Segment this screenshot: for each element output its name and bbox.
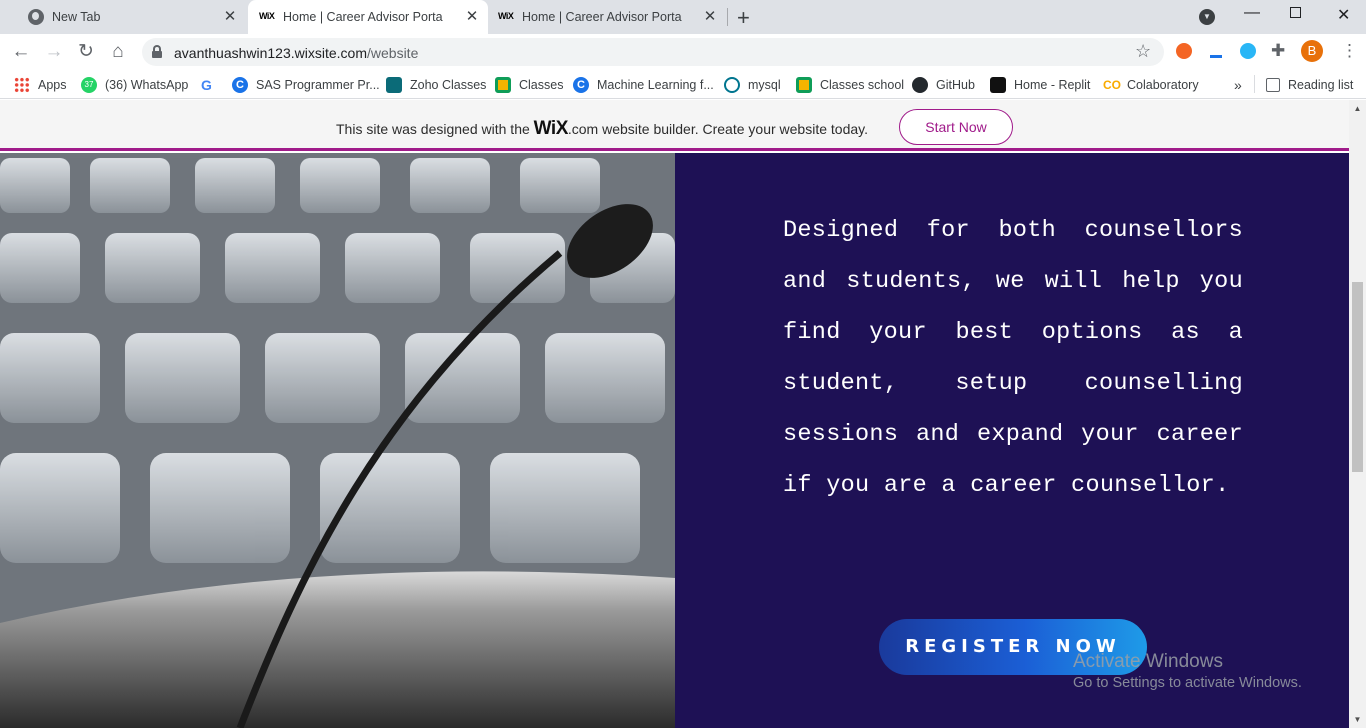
mysql-icon bbox=[724, 77, 740, 93]
bookmark-label: GitHub bbox=[936, 78, 975, 92]
bookmark-mysql[interactable]: mysql bbox=[724, 76, 781, 94]
bookmark-label: Zoho Classes bbox=[410, 78, 487, 92]
bookmark-sas-programmer[interactable]: C SAS Programmer Pr... bbox=[232, 76, 380, 94]
extension-icon[interactable] bbox=[1176, 43, 1192, 59]
reload-icon[interactable]: ↻ bbox=[74, 40, 98, 64]
replit-icon bbox=[990, 77, 1006, 93]
watermark-subtitle: Go to Settings to activate Windows. bbox=[1073, 675, 1302, 691]
url-text[interactable]: avanthuashwin123.wixsite.com/website bbox=[174, 45, 418, 61]
forward-arrow-icon[interactable]: → bbox=[42, 40, 66, 64]
wix-logo: WiX bbox=[533, 118, 569, 139]
tab-search-icon[interactable]: ▼ bbox=[1199, 9, 1215, 25]
apps-grid-icon bbox=[14, 77, 30, 93]
c-icon: C bbox=[573, 77, 589, 93]
wix-favicon-icon: WiX bbox=[259, 11, 275, 21]
bookmark-machine-learning[interactable]: C Machine Learning f... bbox=[573, 76, 714, 94]
microphone-auditorium-photo bbox=[0, 153, 675, 728]
close-tab-icon[interactable]: ✕ bbox=[464, 9, 480, 25]
c-icon: C bbox=[232, 77, 248, 93]
restore-icon[interactable] bbox=[1290, 7, 1301, 18]
scroll-up-arrow-icon[interactable]: ▲ bbox=[1349, 100, 1366, 117]
url-host: avanthuashwin123.wixsite.com bbox=[174, 45, 367, 61]
bookmark-label: Colaboratory bbox=[1127, 78, 1199, 92]
bookmark-zoho-classes[interactable]: Zoho Classes bbox=[386, 76, 486, 94]
extension-globe-icon[interactable] bbox=[1240, 43, 1256, 59]
bookmarks-bar: Apps 37 (36) WhatsApp G C SAS Programmer… bbox=[0, 70, 1366, 99]
tab-title: Home | Career Advisor Porta bbox=[522, 10, 682, 24]
bookmark-replit[interactable]: Home - Replit bbox=[990, 76, 1090, 94]
bookmark-star-icon[interactable]: ☆ bbox=[1135, 41, 1151, 62]
bookmark-apps[interactable]: Apps bbox=[14, 76, 67, 94]
auditorium-seats-image bbox=[0, 153, 675, 728]
bookmark-github[interactable]: GitHub bbox=[912, 76, 975, 94]
classroom-icon bbox=[796, 77, 812, 93]
zoho-icon bbox=[386, 77, 402, 93]
colab-icon: CO bbox=[1103, 78, 1121, 92]
extension-download-icon[interactable] bbox=[1210, 55, 1222, 58]
bookmarks-overflow-chevron-icon[interactable]: » bbox=[1234, 76, 1242, 94]
close-window-icon[interactable]: ✕ bbox=[1337, 5, 1350, 25]
tab-career-advisor[interactable]: WiX Home | Career Advisor Porta ✕ bbox=[488, 0, 726, 34]
bookmark-label: mysql bbox=[748, 78, 781, 92]
wix-banner-text: This site was designed with the WiX.com … bbox=[336, 118, 868, 140]
bookmark-google[interactable]: G bbox=[201, 76, 225, 94]
tab-title: Home | Career Advisor Porta bbox=[283, 10, 443, 24]
banner-text-after: .com website builder. Create your websit… bbox=[567, 121, 868, 137]
bookmark-label: Home - Replit bbox=[1014, 78, 1091, 92]
bookmark-label: Classes bbox=[519, 78, 564, 92]
home-icon[interactable]: ⌂ bbox=[106, 40, 130, 64]
tab-title: New Tab bbox=[52, 10, 101, 24]
bookmark-label: Apps bbox=[38, 78, 67, 92]
bookmark-label: Classes school bbox=[820, 78, 905, 92]
hero-description: Designed for both counsellors and studen… bbox=[783, 217, 1243, 499]
tab-new-tab[interactable]: New Tab ✕ bbox=[8, 0, 246, 34]
back-arrow-icon[interactable]: ← bbox=[9, 40, 33, 64]
wix-favicon-icon: WiX bbox=[498, 11, 514, 21]
bookmark-whatsapp[interactable]: 37 (36) WhatsApp bbox=[81, 76, 188, 94]
scroll-down-arrow-icon[interactable]: ▼ bbox=[1349, 711, 1366, 728]
watermark-title: Activate Windows bbox=[1073, 651, 1223, 672]
url-path: /website bbox=[367, 45, 419, 61]
puzzle-extensions-icon[interactable]: ✚ bbox=[1271, 41, 1285, 61]
classroom-icon bbox=[495, 77, 511, 93]
bookmark-label: (36) WhatsApp bbox=[105, 78, 189, 92]
profile-avatar[interactable]: B bbox=[1301, 40, 1323, 62]
new-tab-plus-icon[interactable]: + bbox=[737, 5, 750, 31]
bookmark-label: SAS Programmer Pr... bbox=[256, 78, 380, 92]
globe-icon bbox=[28, 9, 44, 25]
minimize-icon[interactable]: — bbox=[1244, 4, 1260, 22]
github-icon bbox=[912, 77, 928, 93]
tab-strip: New Tab ✕ WiX Home | Career Advisor Port… bbox=[0, 0, 1366, 34]
bookmark-colaboratory[interactable]: CO Colaboratory bbox=[1103, 76, 1199, 94]
activate-windows-watermark: Activate Windows Go to Settings to activ… bbox=[1073, 651, 1302, 691]
start-now-button[interactable]: Start Now bbox=[899, 109, 1013, 145]
bookmark-classes-school[interactable]: Classes school bbox=[796, 76, 904, 94]
hero-text-panel: Designed for both counsellors and studen… bbox=[675, 153, 1349, 728]
bookmark-label: Machine Learning f... bbox=[597, 78, 714, 92]
close-tab-icon[interactable]: ✕ bbox=[702, 9, 718, 25]
google-icon: G bbox=[201, 77, 212, 93]
close-tab-icon[interactable]: ✕ bbox=[222, 9, 238, 25]
bookmarks-divider bbox=[1254, 75, 1255, 93]
tab-career-advisor-active[interactable]: WiX Home | Career Advisor Porta ✕ bbox=[248, 0, 488, 34]
banner-text-before: This site was designed with the bbox=[336, 121, 534, 137]
wix-promo-banner: This site was designed with the WiX.com … bbox=[0, 100, 1366, 151]
bookmark-classes[interactable]: Classes bbox=[495, 76, 563, 94]
reading-list-icon bbox=[1266, 78, 1280, 92]
tab-separator bbox=[727, 8, 728, 26]
reading-list-label: Reading list bbox=[1288, 78, 1354, 92]
menu-kebab-icon[interactable]: ⋮ bbox=[1341, 41, 1358, 61]
whatsapp-icon: 37 bbox=[81, 77, 97, 93]
reading-list-button[interactable]: Reading list bbox=[1266, 76, 1353, 94]
scrollbar-thumb[interactable] bbox=[1352, 282, 1363, 472]
